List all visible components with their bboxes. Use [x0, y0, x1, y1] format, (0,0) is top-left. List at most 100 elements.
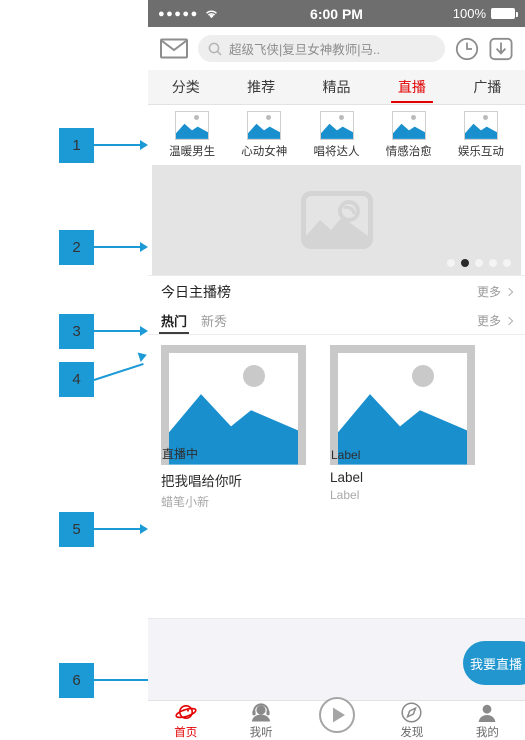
card-title: Label [330, 470, 364, 485]
search-bar-row: 超级飞侠|复旦女神教师|马.. [148, 27, 525, 70]
carousel-dot[interactable] [447, 259, 455, 267]
screenshot-root: 1 2 3 4 5 6 ●●●●● 6:00 PM 100% 超级飞侠|复旦女神… [0, 0, 525, 740]
category-row: 温暖男生 心动女神 唱将达人 情感治愈 娱乐互动 [148, 105, 525, 161]
annotation-number: 1 [72, 137, 81, 154]
battery-percent-label: 100% [452, 6, 486, 21]
chevron-right-icon [504, 316, 514, 325]
nav-item-play[interactable] [299, 697, 374, 735]
category-label: 娱乐互动 [457, 146, 504, 158]
image-placeholder-icon [175, 111, 210, 140]
annotation-marker-6: 6 [59, 663, 94, 698]
annotation-number: 4 [72, 371, 81, 388]
annotation-marker-4: 4 [59, 362, 94, 397]
tab-label: 广播 [473, 79, 502, 95]
category-item-qingganzhiyu[interactable]: 情感治愈 [373, 111, 445, 159]
tab-fenlei[interactable]: 分类 [148, 70, 223, 104]
section-more-link[interactable]: 更多 [476, 283, 514, 300]
start-live-label: 我要直播 [469, 656, 522, 672]
image-placeholder-icon [391, 111, 426, 140]
category-item-changjiangdaren[interactable]: 唱将达人 [300, 111, 372, 159]
subtab-label: 新秀 [201, 314, 228, 329]
carousel-dot[interactable] [489, 259, 497, 267]
search-input[interactable]: 超级飞侠|复旦女神教师|马.. [198, 35, 445, 62]
section-header-ranking: 今日主播榜 更多 [148, 275, 525, 307]
anchor-card-list: 直播中 把我唱给你听 蜡笔小新 Label Label Label [148, 335, 525, 510]
image-placeholder-icon [463, 111, 498, 140]
category-item-xindongnvshen[interactable]: 心动女神 [228, 111, 300, 159]
card-title: 把我唱给你听 [161, 474, 242, 489]
annotation-line-4 [93, 362, 144, 381]
signal-dots-icon: ●●●●● [158, 7, 199, 20]
category-label: 情感治愈 [385, 146, 432, 158]
subtab-remen[interactable]: 热门 [158, 307, 190, 334]
chevron-right-icon [504, 287, 514, 296]
tab-label: 分类 [171, 79, 200, 95]
nav-item-mine[interactable]: 我的 [450, 701, 525, 740]
image-placeholder-icon [319, 111, 354, 140]
category-item-wennuannansheng[interactable]: 温暖男生 [156, 111, 228, 159]
start-live-button[interactable]: 我要直播 [463, 641, 525, 685]
phone-screen: ●●●●● 6:00 PM 100% 超级飞侠|复旦女神教师|马.. 分类 推荐… [148, 0, 525, 740]
carousel-dots[interactable] [447, 259, 511, 267]
category-label: 唱将达人 [313, 146, 360, 158]
annotation-marker-3: 3 [59, 314, 94, 349]
download-icon[interactable] [489, 37, 513, 61]
annotation-arrow-1 [140, 140, 148, 150]
status-badge: 直播中 [162, 447, 199, 461]
annotation-arrow-2 [140, 242, 148, 252]
envelope-icon[interactable] [160, 38, 188, 59]
more-label: 更多 [476, 314, 501, 328]
category-item-yulehudong[interactable]: 娱乐互动 [445, 111, 517, 159]
tab-label: 直播 [397, 79, 426, 95]
annotation-line-2 [94, 246, 142, 248]
annotation-arrow-5 [140, 524, 148, 534]
anchor-card[interactable]: 直播中 把我唱给你听 蜡笔小新 [161, 345, 306, 510]
subtab-xinxiu[interactable]: 新秀 [201, 307, 227, 334]
section-title: 今日主播榜 [161, 283, 231, 300]
image-placeholder-icon [300, 191, 373, 249]
bottom-nav-bar: 首页 我听 发现 我的 [148, 697, 525, 740]
category-label: 温暖男生 [169, 146, 216, 158]
planet-icon [175, 701, 197, 723]
wifi-icon [205, 10, 217, 18]
compass-icon [401, 701, 422, 723]
subtab-label: 热门 [161, 314, 188, 329]
nav-item-home[interactable]: 首页 [148, 701, 223, 740]
tab-guangbo[interactable]: 广播 [450, 70, 525, 104]
card-thumbnail: 直播中 [161, 345, 306, 465]
subtab-more-link[interactable]: 更多 [476, 312, 514, 329]
annotation-number: 2 [72, 239, 81, 256]
annotation-line-5 [94, 528, 142, 530]
image-placeholder-icon [247, 111, 282, 140]
nav-item-listen[interactable]: 我听 [223, 701, 298, 740]
carousel-dot[interactable] [475, 259, 483, 267]
search-icon [208, 42, 222, 56]
tab-label: 精品 [322, 79, 351, 95]
top-tab-bar: 分类 推荐 精品 直播 广播 [148, 70, 525, 105]
more-label: 更多 [476, 285, 501, 299]
banner-carousel[interactable] [152, 165, 521, 275]
anchor-card[interactable]: Label Label Label [330, 345, 475, 510]
annotation-number: 6 [72, 672, 81, 689]
search-placeholder: 超级飞侠|复旦女神教师|马.. [229, 43, 380, 57]
nav-label: 我听 [249, 727, 273, 739]
play-circle-icon [318, 696, 356, 734]
annotation-number: 3 [72, 323, 81, 340]
card-subtitle: 蜡笔小新 [161, 495, 210, 509]
person-icon [477, 701, 497, 723]
annotation-marker-2: 2 [59, 230, 94, 265]
card-thumbnail: Label [330, 345, 475, 465]
tab-tuijian[interactable]: 推荐 [223, 70, 298, 104]
carousel-dot[interactable] [503, 259, 511, 267]
nav-label: 我的 [475, 727, 499, 739]
tab-zhibo[interactable]: 直播 [374, 70, 449, 104]
nav-item-discover[interactable]: 发现 [374, 701, 449, 740]
carousel-dot-active[interactable] [461, 259, 469, 267]
annotation-marker-5: 5 [59, 512, 94, 547]
clock-icon[interactable] [455, 37, 479, 61]
annotation-marker-1: 1 [59, 128, 94, 163]
tab-jingpin[interactable]: 精品 [299, 70, 374, 104]
annotation-line-1 [94, 144, 142, 146]
status-bar-right: 100% [452, 6, 518, 21]
card-subtitle: Label [330, 488, 360, 502]
